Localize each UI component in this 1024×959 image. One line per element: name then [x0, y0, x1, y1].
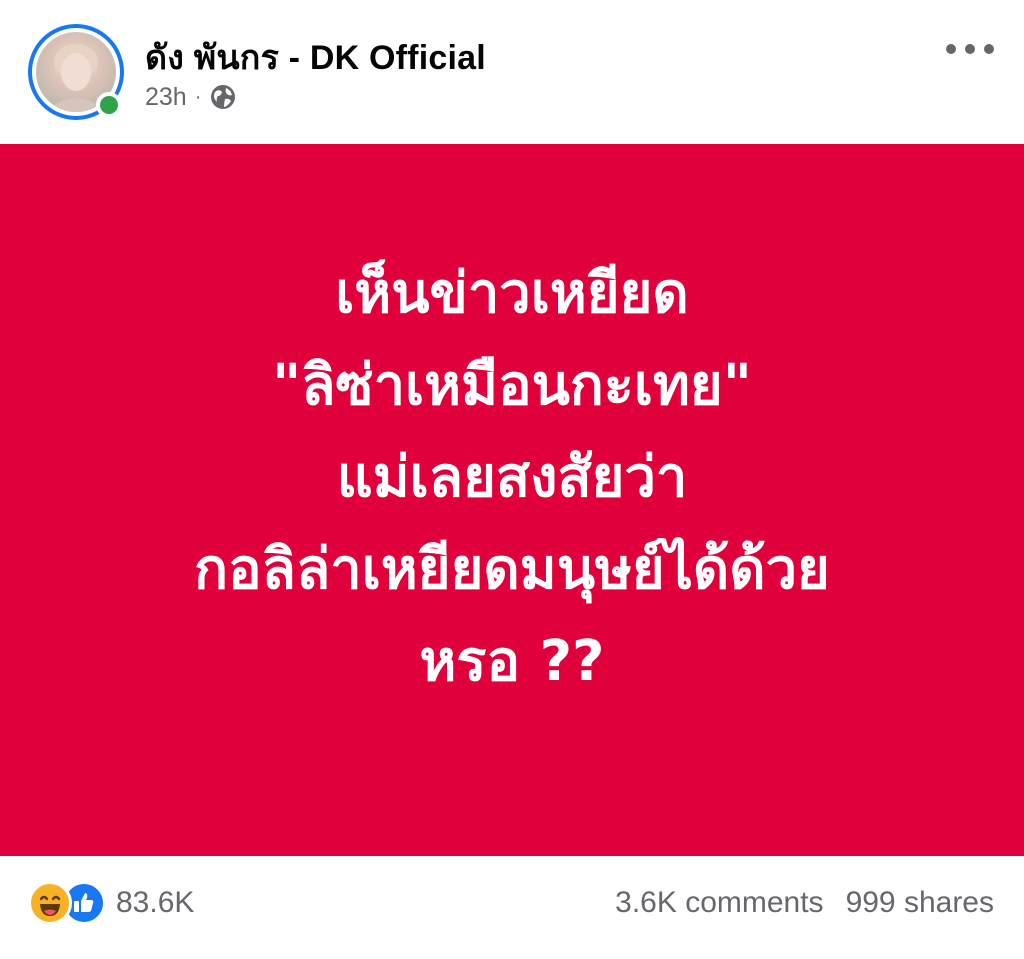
- more-dot: [946, 44, 956, 54]
- post-image-text: เห็นข่าวเหยียด "ลิซ่าเหมือนกะเทย" แม่เลย…: [194, 261, 830, 694]
- post-time[interactable]: 23h: [145, 83, 187, 112]
- engagement-stats: 3.6K comments 999 shares: [615, 882, 994, 924]
- post-header: ดัง พันกร - DK Official 23h ·: [0, 0, 1024, 144]
- haha-icon: [28, 881, 72, 925]
- post-meta: 23h ·: [145, 80, 237, 114]
- page-name[interactable]: ดัง พันกร - DK Official: [145, 30, 486, 84]
- reactions-summary[interactable]: 83.6K: [28, 880, 194, 926]
- more-dot: [965, 44, 975, 54]
- shares-count[interactable]: 999 shares: [846, 886, 994, 920]
- more-dot: [984, 44, 994, 54]
- comments-count[interactable]: 3.6K comments: [615, 886, 823, 920]
- reaction-count: 83.6K: [116, 886, 195, 919]
- globe-icon[interactable]: [209, 83, 237, 111]
- post-image[interactable]: เห็นข่าวเหยียด "ลิซ่าเหมือนกะเทย" แม่เลย…: [0, 144, 1024, 856]
- online-status-dot: [96, 92, 122, 118]
- meta-separator: ·: [194, 85, 202, 108]
- more-options-icon[interactable]: [946, 34, 994, 64]
